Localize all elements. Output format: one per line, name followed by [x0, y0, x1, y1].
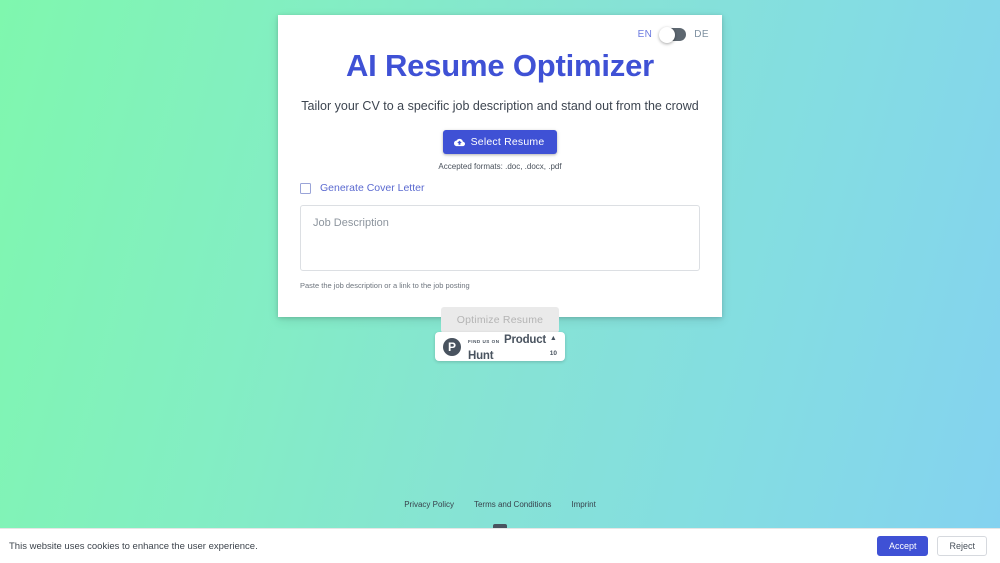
footer-link-privacy-policy[interactable]: Privacy Policy [404, 500, 454, 509]
page-root: EN DE AI Resume Optimizer Tailor your CV… [0, 0, 1000, 563]
job-description-input[interactable] [300, 205, 700, 272]
language-label-en[interactable]: EN [638, 29, 653, 40]
job-description-area: Paste the job description or a link to t… [300, 205, 700, 290]
footer-link-terms-and-conditions[interactable]: Terms and Conditions [474, 500, 551, 509]
language-switch[interactable] [659, 26, 687, 43]
product-hunt-logo-icon: P [443, 337, 461, 356]
generate-cover-letter-checkbox[interactable] [300, 182, 311, 194]
product-hunt-votes: ▲ 10 [550, 335, 557, 359]
upvote-count: 10 [549, 349, 557, 357]
product-hunt-kicker: FIND US ON [468, 338, 500, 344]
select-resume-label: Select Resume [470, 136, 545, 149]
page-subtitle: Tailor your CV to a specific job descrip… [301, 99, 699, 114]
footer-link-imprint[interactable]: Imprint [571, 500, 595, 509]
select-resume-button[interactable]: Select Resume [442, 130, 558, 155]
cookie-reject-button[interactable]: Reject [937, 536, 987, 556]
cookie-consent-banner: This website uses cookies to enhance the… [0, 528, 1000, 563]
cookie-actions: Accept Reject [876, 536, 987, 556]
cookie-accept-button[interactable]: Accept [876, 536, 929, 556]
upvote-arrow-icon: ▲ [549, 334, 557, 342]
language-toggle[interactable]: EN DE [638, 26, 709, 43]
select-resume-area: Select Resume Accepted formats: .doc, .d… [278, 130, 722, 171]
toggle-knob-icon [659, 26, 676, 43]
cloud-upload-icon [453, 137, 465, 148]
footer-links: Privacy Policy Terms and Conditions Impr… [0, 500, 1000, 509]
main-card: EN DE AI Resume Optimizer Tailor your CV… [278, 15, 722, 334]
language-label-de[interactable]: DE [694, 29, 709, 40]
job-description-help: Paste the job description or a link to t… [300, 281, 470, 291]
product-hunt-text: FIND US ON Product Hunt [468, 331, 550, 363]
cookie-message: This website uses cookies to enhance the… [9, 540, 258, 552]
generate-cover-letter-label[interactable]: Generate Cover Letter [320, 182, 424, 194]
product-hunt-badge[interactable]: P FIND US ON Product Hunt ▲ 10 [435, 332, 565, 361]
page-title: AI Resume Optimizer [345, 48, 654, 83]
product-hunt-name: Product Hunt [468, 333, 547, 362]
generate-cover-letter-row[interactable]: Generate Cover Letter [300, 182, 722, 194]
accepted-formats-text: Accepted formats: .doc, .docx, .pdf [438, 162, 562, 172]
